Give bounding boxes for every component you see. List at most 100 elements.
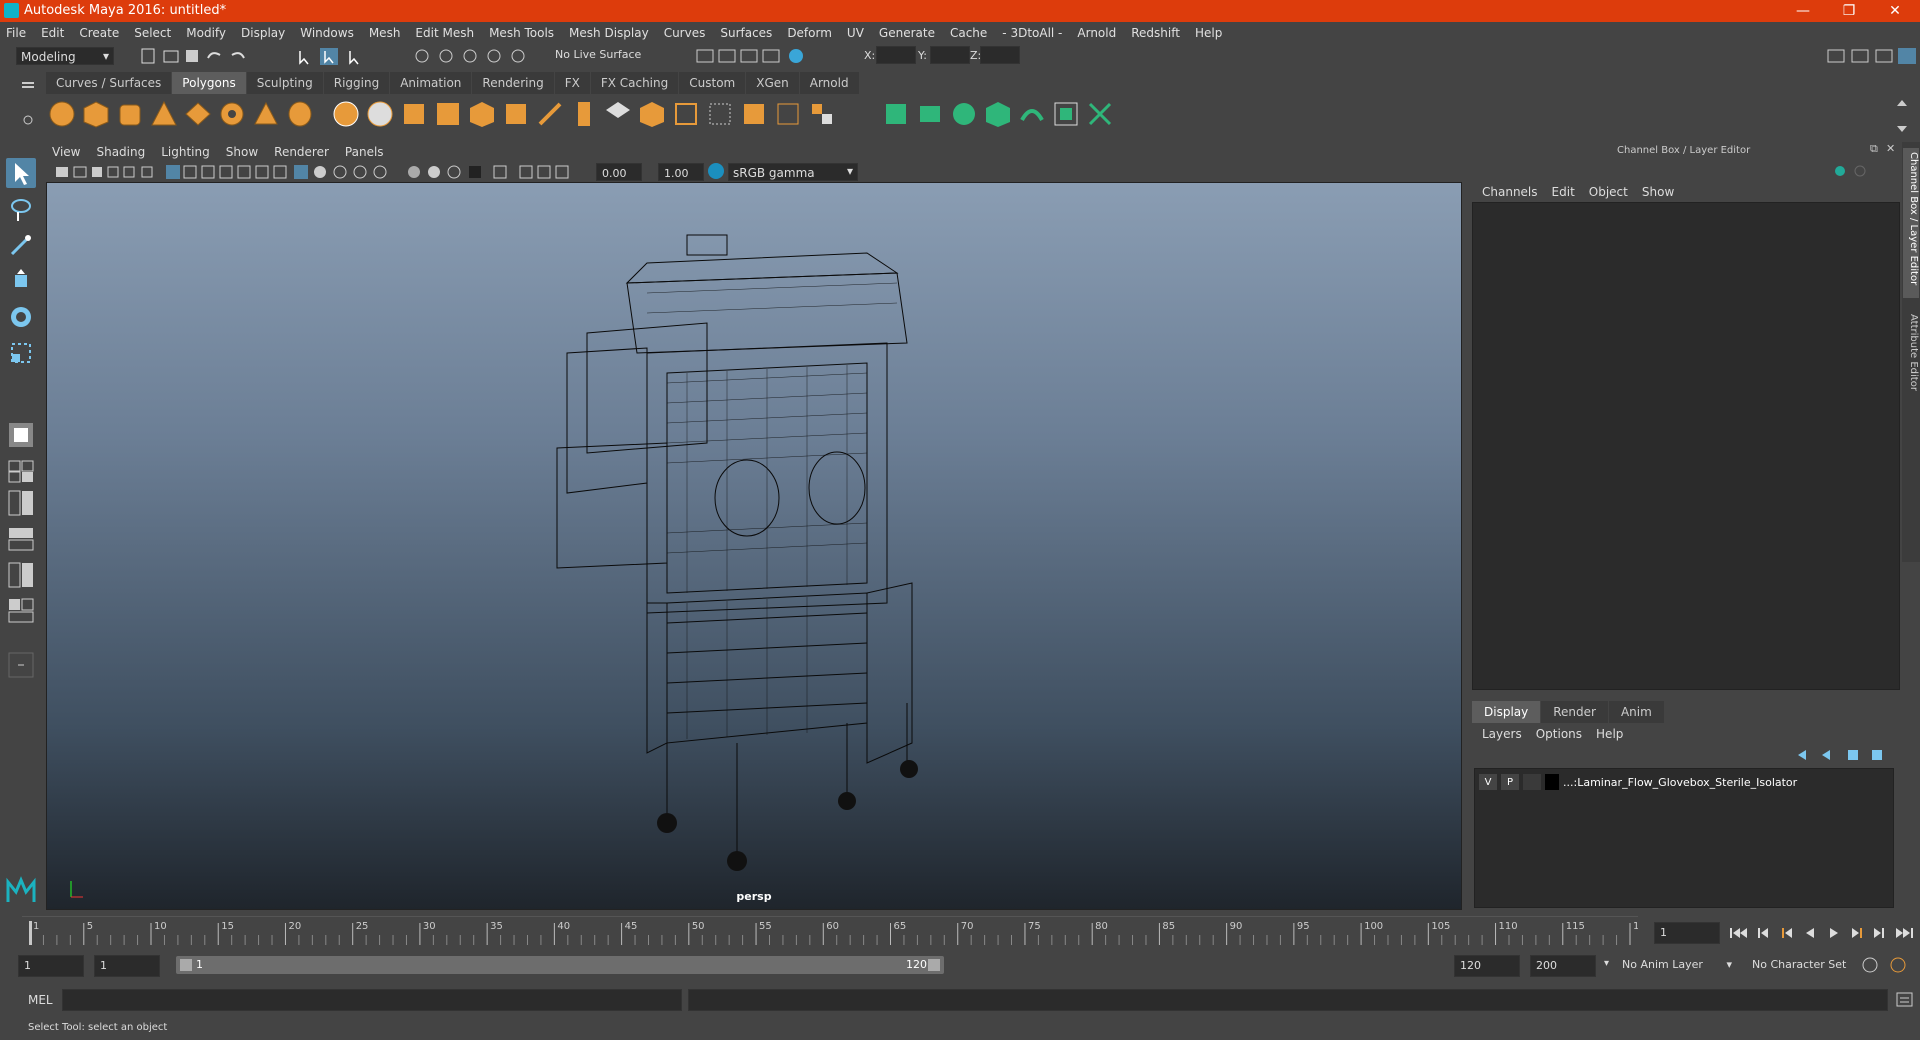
tab-render[interactable]: Render bbox=[1541, 701, 1608, 723]
uv-unfold-icon[interactable] bbox=[1018, 100, 1046, 128]
playback-end-field[interactable]: 120 bbox=[1454, 955, 1520, 977]
tab-arnold[interactable]: Arnold bbox=[799, 72, 859, 94]
layout-persp-graph-icon[interactable] bbox=[6, 560, 36, 590]
vp-menu-show[interactable]: Show bbox=[226, 145, 258, 159]
x-field[interactable] bbox=[876, 46, 916, 64]
tab-display[interactable]: Display bbox=[1472, 701, 1541, 723]
layout-single-icon[interactable] bbox=[6, 420, 36, 450]
cb-menu-edit[interactable]: Edit bbox=[1552, 185, 1575, 199]
bevel-edges-icon[interactable] bbox=[604, 100, 632, 128]
menu-modify[interactable]: Modify bbox=[186, 26, 226, 40]
tab-sculpting[interactable]: Sculpting bbox=[246, 72, 323, 94]
layer-row[interactable]: V P ...:Laminar_Flow_Glovebox_Sterile_Is… bbox=[1479, 773, 1889, 791]
color-space-dropdown[interactable]: sRGB gamma ▾ bbox=[728, 163, 858, 181]
menu-cache[interactable]: Cache bbox=[950, 26, 987, 40]
gamma-field[interactable]: 1.00 bbox=[658, 163, 704, 181]
select-tool-icon[interactable] bbox=[6, 158, 36, 188]
uv-planar-icon[interactable] bbox=[882, 100, 910, 128]
vp-menu-panels[interactable]: Panels bbox=[345, 145, 384, 159]
extract-icon[interactable] bbox=[400, 100, 428, 128]
menu-display[interactable]: Display bbox=[241, 26, 285, 40]
uv-cylindrical-icon[interactable] bbox=[916, 100, 944, 128]
move-tool-icon[interactable] bbox=[6, 266, 36, 296]
layer-action-icons[interactable] bbox=[1794, 746, 1894, 764]
layout-two-icon[interactable] bbox=[6, 488, 36, 518]
file-toolbar[interactable] bbox=[140, 47, 390, 65]
menu-windows[interactable]: Windows bbox=[300, 26, 354, 40]
fill-hole-icon[interactable] bbox=[740, 100, 768, 128]
menu-3dtoall[interactable]: - 3DtoAll - bbox=[1002, 26, 1062, 40]
key-prefs-icons[interactable] bbox=[1860, 954, 1916, 976]
scale-tool-icon[interactable] bbox=[6, 338, 36, 368]
poly-cube-icon[interactable] bbox=[82, 100, 110, 128]
tab-attribute-editor[interactable]: Attribute Editor bbox=[1903, 310, 1919, 420]
menu-generate[interactable]: Generate bbox=[879, 26, 935, 40]
channel-box-toggle-icons[interactable] bbox=[1830, 162, 1870, 180]
menu-redshift[interactable]: Redshift bbox=[1131, 26, 1180, 40]
rotate-tool-icon[interactable] bbox=[6, 302, 36, 332]
target-weld-icon[interactable] bbox=[706, 100, 734, 128]
range-slider-start-handle[interactable] bbox=[180, 959, 192, 971]
poly-sphere-icon[interactable] bbox=[48, 100, 76, 128]
toolbox-collapse-icon[interactable] bbox=[6, 650, 36, 680]
menu-help[interactable]: Help bbox=[1195, 26, 1222, 40]
mode-dropdown[interactable]: Modeling ▾ bbox=[16, 47, 114, 65]
cb-menu-show[interactable]: Show bbox=[1642, 185, 1674, 199]
tab-anim[interactable]: Anim bbox=[1608, 701, 1664, 723]
menu-mesh[interactable]: Mesh bbox=[369, 26, 401, 40]
current-time-marker[interactable] bbox=[29, 921, 32, 945]
command-language-label[interactable]: MEL bbox=[28, 993, 53, 1007]
float-panel-icon[interactable]: ⧉ bbox=[1870, 142, 1878, 156]
menu-edit-mesh[interactable]: Edit Mesh bbox=[415, 26, 474, 40]
shelf-menu-icon[interactable] bbox=[18, 74, 38, 134]
workspace-toggles[interactable] bbox=[1824, 46, 1918, 66]
poly-cylinder-icon[interactable] bbox=[116, 100, 144, 128]
bevel-icon[interactable] bbox=[570, 100, 598, 128]
y-field[interactable] bbox=[930, 46, 970, 64]
extrude-icon[interactable] bbox=[502, 100, 530, 128]
vp-menu-view[interactable]: View bbox=[52, 145, 80, 159]
combine-icon[interactable] bbox=[332, 100, 360, 128]
close-panel-icon[interactable]: ✕ bbox=[1886, 142, 1895, 155]
tab-custom[interactable]: Custom bbox=[679, 72, 746, 94]
mirror-icon[interactable] bbox=[808, 100, 836, 128]
le-menu-layers[interactable]: Layers bbox=[1482, 727, 1522, 741]
menu-arnold[interactable]: Arnold bbox=[1077, 26, 1116, 40]
menu-file[interactable]: File bbox=[6, 26, 26, 40]
uv-spherical-icon[interactable] bbox=[950, 100, 978, 128]
layer-playback-toggle[interactable]: P bbox=[1501, 774, 1519, 790]
perspective-viewport[interactable]: persp bbox=[46, 182, 1462, 910]
start-frame-field[interactable]: 1 bbox=[18, 955, 84, 977]
vp-menu-lighting[interactable]: Lighting bbox=[161, 145, 210, 159]
menu-mesh-display[interactable]: Mesh Display bbox=[569, 26, 649, 40]
live-surface-label[interactable]: No Live Surface bbox=[555, 48, 641, 61]
time-slider[interactable]: 1 5 10 15 20 25 30 35 40 45 50 55 60 65 70 75 80 85 90 95 10… bbox=[22, 916, 1638, 946]
menu-uv[interactable]: UV bbox=[847, 26, 864, 40]
tab-rigging[interactable]: Rigging bbox=[323, 72, 390, 94]
restore-icon[interactable]: ❐ bbox=[1826, 0, 1872, 22]
z-field[interactable] bbox=[980, 46, 1020, 64]
current-frame-field[interactable]: 1 bbox=[1654, 922, 1720, 944]
glovebox-wireframe-model[interactable] bbox=[47, 183, 1462, 910]
script-editor-icon[interactable] bbox=[1896, 992, 1914, 1008]
chevron-down-icon[interactable]: ▾ bbox=[1604, 958, 1609, 969]
lasso-tool-icon[interactable] bbox=[6, 194, 36, 224]
layer-visibility-toggle[interactable]: V bbox=[1479, 774, 1497, 790]
tab-rendering[interactable]: Rendering bbox=[472, 72, 554, 94]
end-frame-field[interactable]: 200 bbox=[1530, 955, 1596, 977]
boolean-icon[interactable] bbox=[468, 100, 496, 128]
close-icon[interactable]: ✕ bbox=[1872, 0, 1918, 22]
playback-controls[interactable] bbox=[1726, 922, 1920, 944]
layout-outliner-icon[interactable] bbox=[6, 596, 36, 626]
range-slider-end-handle[interactable] bbox=[928, 959, 940, 971]
tab-animation[interactable]: Animation bbox=[390, 72, 472, 94]
menu-create[interactable]: Create bbox=[79, 26, 119, 40]
poly-torus-icon[interactable] bbox=[218, 100, 246, 128]
exposure-field[interactable]: 0.00 bbox=[596, 163, 642, 181]
color-management-icon[interactable] bbox=[708, 163, 724, 179]
paint-select-tool-icon[interactable] bbox=[6, 230, 36, 260]
vp-menu-shading[interactable]: Shading bbox=[96, 145, 145, 159]
poly-plane-icon[interactable] bbox=[184, 100, 212, 128]
poly-cone-icon[interactable] bbox=[150, 100, 178, 128]
tab-xgen[interactable]: XGen bbox=[746, 72, 799, 94]
